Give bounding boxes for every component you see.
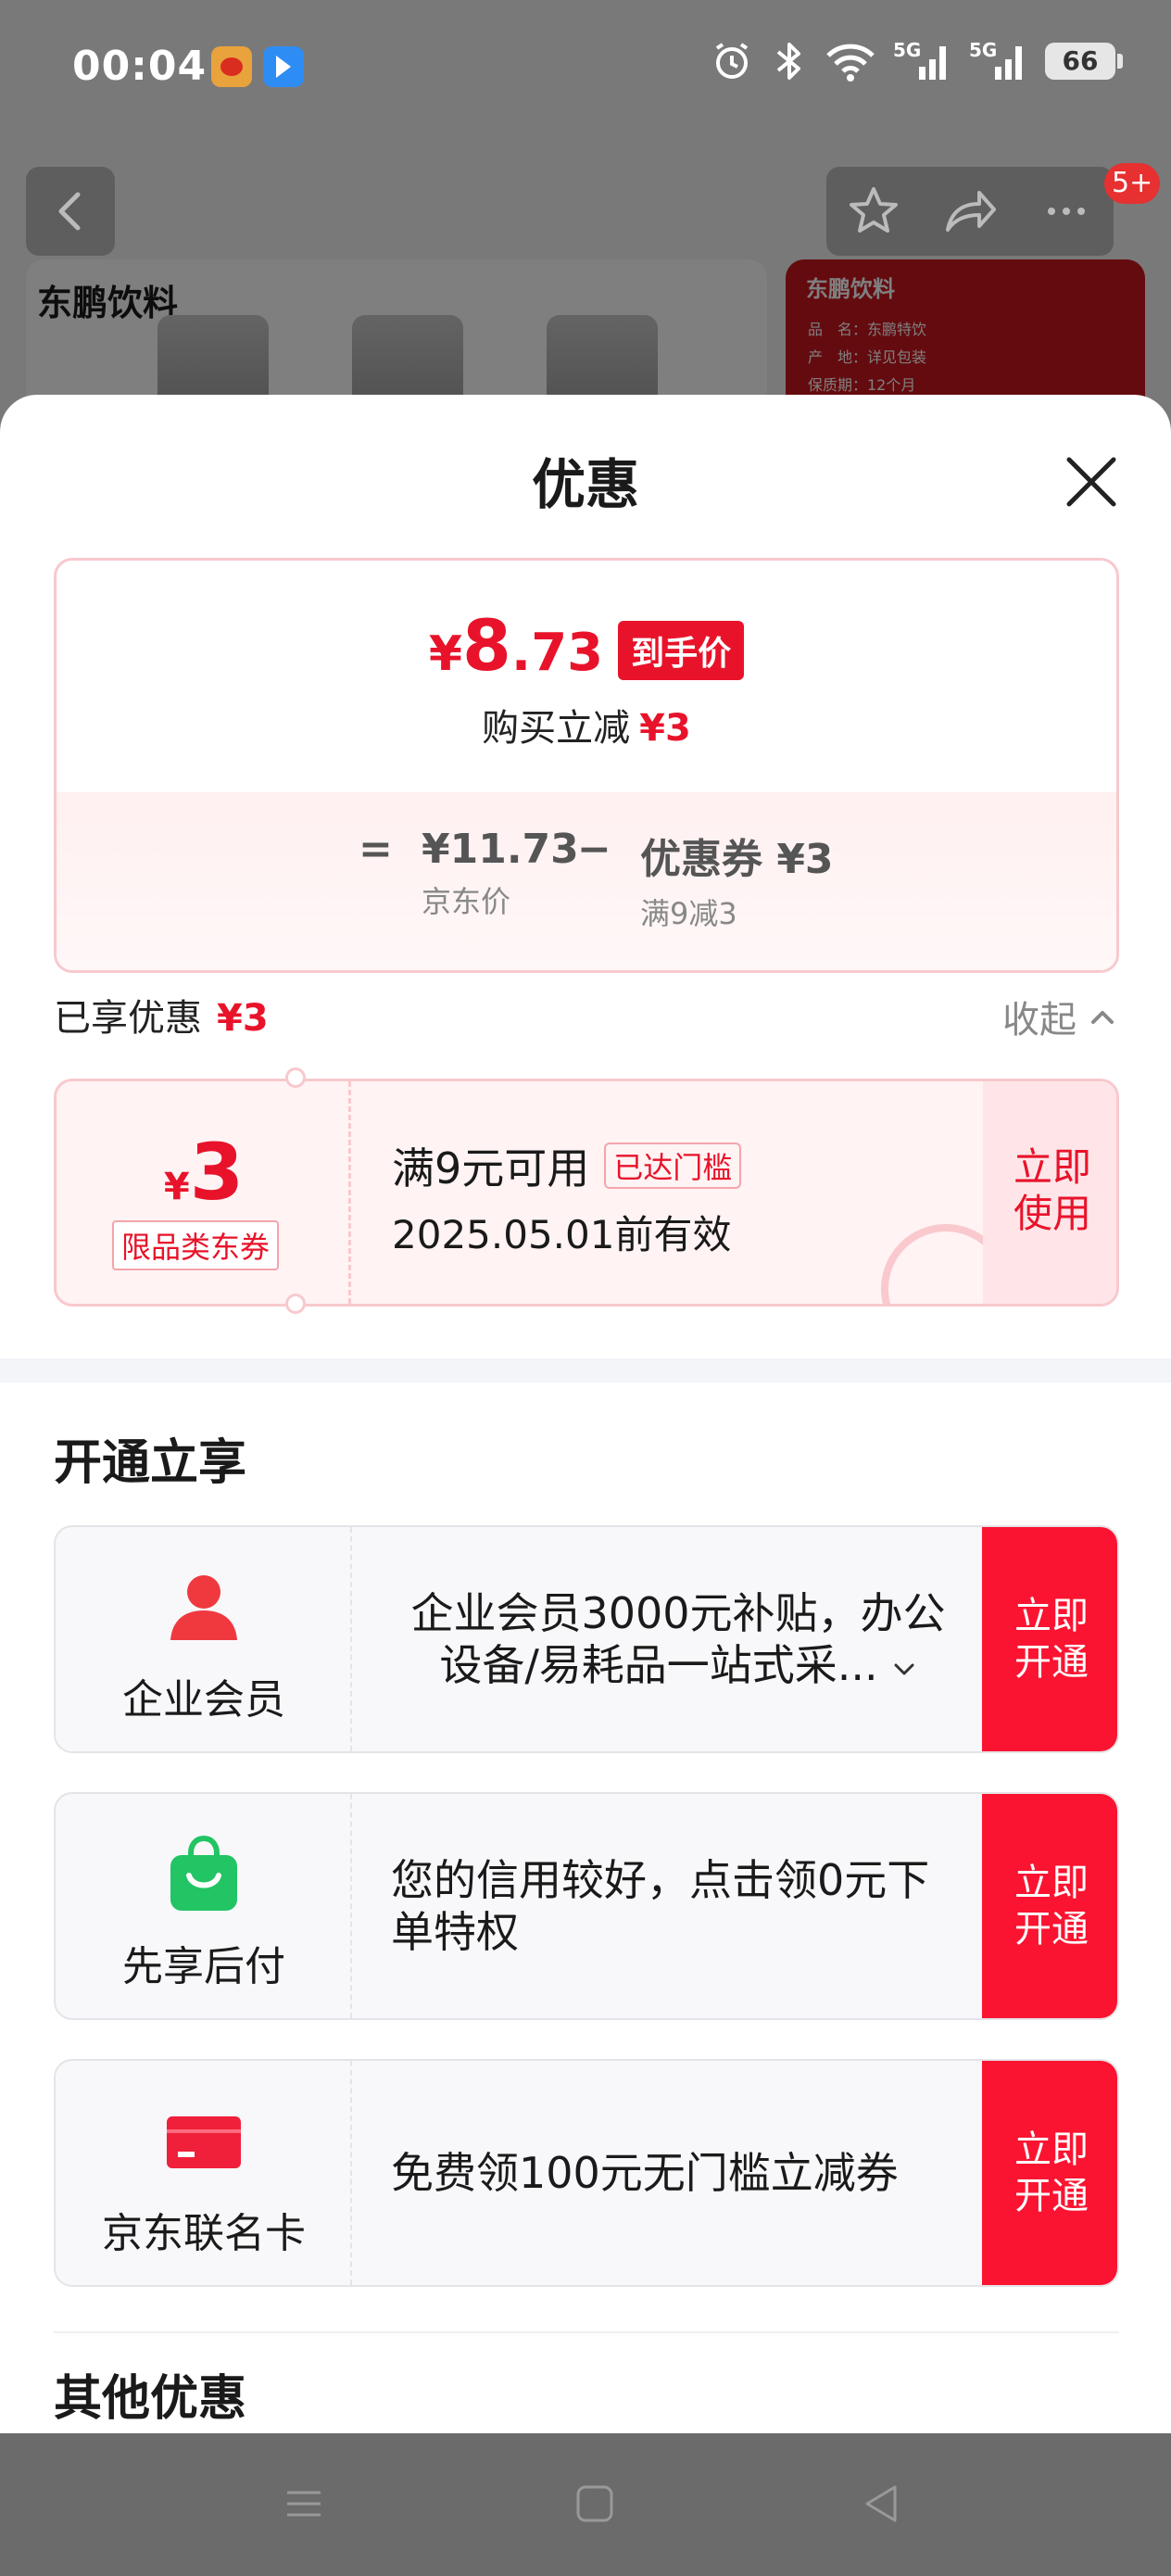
section-divider: [0, 1358, 1171, 1383]
alarm-icon: [715, 43, 749, 79]
use-coupon-label: 立即使用: [1013, 1144, 1091, 1236]
other-section-title: 其他优惠: [54, 2371, 247, 2427]
threshold-met-tag: 已达门槛: [604, 1143, 742, 1189]
coupon-notch: [285, 1294, 306, 1314]
clock: 00:04: [72, 43, 208, 90]
sheet-title: 优惠: [531, 453, 639, 516]
collapse-button[interactable]: 收起: [1002, 990, 1117, 1043]
benefit-card-pay-later: 先享后付 您的信用较好，点击领0元下单特权 立即开通: [54, 1792, 1119, 2020]
message-badge: 5+: [1104, 163, 1161, 204]
status-icons: 5G 5G 66: [710, 39, 1123, 83]
price-summary-card: ¥8.73 到手价 购买立减 ¥3 = ¥11.73 京东价 − 优惠券 ¥3 满…: [54, 558, 1119, 973]
coupon-notch: [285, 1067, 306, 1088]
share-icon[interactable]: [940, 183, 1000, 239]
chevron-left-icon: [58, 192, 81, 231]
final-price-tag: 到手价: [618, 621, 745, 680]
benefit-card-enterprise: 企业会员 企业会员3000元补贴，办公设备/易耗品一站式采... 立即开通: [54, 1525, 1119, 1753]
battery-indicator: 66: [1045, 43, 1123, 80]
benefit-name: 先享后付: [122, 1943, 285, 1990]
menu-icon[interactable]: [280, 2480, 328, 2528]
coupon-validity: 2025.05.01前有效: [392, 1212, 732, 1257]
open-enterprise-button[interactable]: 立即开通: [982, 1527, 1117, 1751]
enjoyed-discount-label: 已享优惠 ¥3: [54, 997, 269, 1040]
system-navigation-bar: [0, 2433, 1171, 2576]
star-icon[interactable]: [846, 183, 901, 239]
open-pay-later-button[interactable]: 立即开通: [982, 1794, 1117, 2018]
coupon-value-block: ¥3 限品类东券: [57, 1081, 351, 1304]
credit-card-icon: [167, 2116, 241, 2168]
signal-5g-icon: 5G: [969, 39, 1028, 83]
equals-sign: =: [359, 826, 393, 873]
benefit-description[interactable]: 免费领100元无门槛立减券: [391, 2061, 965, 2285]
coupon-type-tag: 限品类东券: [112, 1220, 280, 1270]
final-price-block: ¥8.73 到手价 购买立减 ¥3: [57, 561, 1116, 792]
instant-discount-line: 购买立减 ¥3: [482, 707, 691, 750]
top-action-bar: [826, 167, 1114, 256]
benefit-name: 企业会员: [122, 1676, 285, 1724]
coupon-card: ¥3 限品类东券 满9元可用 已达门槛 2025.05.01前有效 立即使用: [54, 1079, 1119, 1307]
status-bar: 00:04 5G 5G 66: [0, 0, 1171, 139]
video-app-notification-icon: [263, 46, 304, 87]
jd-price: ¥11.73: [422, 826, 579, 873]
chevron-down-icon: [894, 1663, 914, 1674]
minus-sign: −: [577, 826, 611, 873]
coupon-deduction: 优惠券 ¥3: [640, 836, 834, 883]
person-icon: [170, 1575, 237, 1640]
home-icon[interactable]: [571, 2480, 619, 2528]
coupon-condition: 满9元可用 已达门槛: [392, 1135, 742, 1196]
benefit-name: 京东联名卡: [102, 2210, 306, 2257]
benefit-description[interactable]: 您的信用较好，点击领0元下单特权: [391, 1794, 965, 2018]
use-coupon-button[interactable]: 立即使用: [983, 1081, 1116, 1304]
final-price: ¥8.73: [428, 604, 604, 687]
back-button[interactable]: [26, 167, 115, 256]
coupon-amount: ¥3: [163, 1127, 245, 1218]
price-breakdown: = ¥11.73 京东价 − 优惠券 ¥3 满9减3: [57, 792, 1116, 970]
chevron-up-icon: [1091, 1011, 1114, 1024]
bluetooth-icon: [776, 43, 800, 80]
signal-5g-icon: 5G: [893, 39, 952, 83]
close-icon[interactable]: [1054, 445, 1128, 519]
back-nav-icon[interactable]: [858, 2480, 906, 2528]
coupon-deduction-label: 满9减3: [640, 896, 737, 931]
more-icon[interactable]: [1039, 183, 1094, 239]
open-cobrand-card-button[interactable]: 立即开通: [982, 2061, 1117, 2285]
weibo-notification-icon: [211, 46, 252, 87]
jd-price-label: 京东价: [422, 884, 511, 919]
benefit-description[interactable]: 企业会员3000元补贴，办公设备/易耗品一站式采...: [391, 1527, 965, 1751]
discount-sheet: 优惠 ¥8.73 到手价 购买立减 ¥3 = ¥11.73 京东价 − 优惠券 ¥…: [0, 395, 1171, 2433]
wifi-icon: [826, 44, 875, 82]
open-section-title: 开通立享: [54, 1435, 247, 1491]
shopping-bag-icon: [170, 1835, 237, 1911]
benefit-card-cobrand-card: 京东联名卡 免费领100元无门槛立减券 立即开通: [54, 2059, 1119, 2287]
section-divider: [54, 2331, 1119, 2333]
